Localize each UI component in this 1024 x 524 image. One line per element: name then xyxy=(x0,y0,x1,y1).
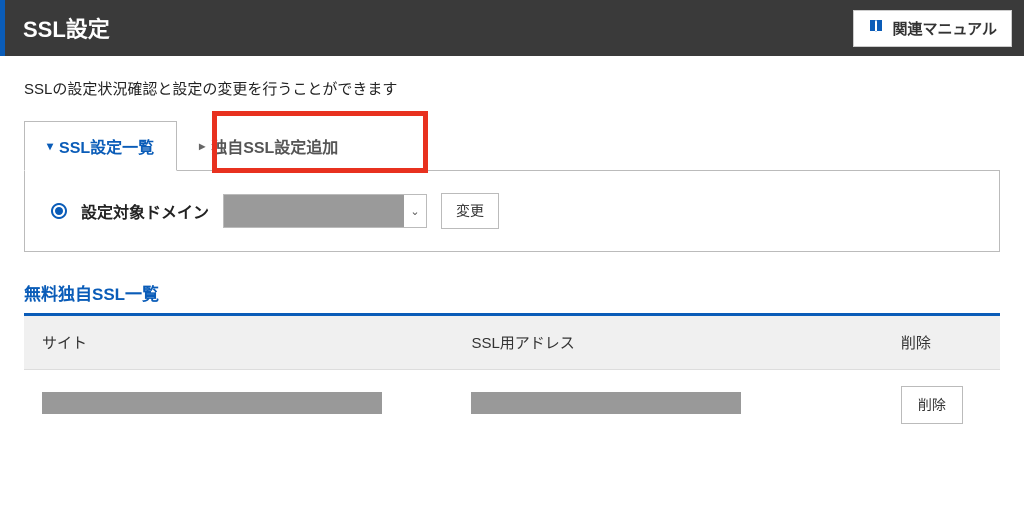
page-header: SSL設定 関連マニュアル xyxy=(0,0,1024,56)
redacted-site-value xyxy=(42,392,382,414)
ssl-list-table: サイト SSL用アドレス 削除 削除 xyxy=(24,316,1000,440)
chevron-down-icon: ▾ xyxy=(47,139,53,153)
section-title-free-ssl: 無料独自SSL一覧 xyxy=(24,280,1000,316)
chevron-down-icon: ⌄ xyxy=(404,195,426,227)
chevron-right-icon: ▸ xyxy=(199,139,205,153)
domain-select[interactable]: ⌄ xyxy=(223,194,427,228)
domain-select-label: 設定対象ドメイン xyxy=(81,199,209,223)
tab-ssl-add-label: 独自SSL設定追加 xyxy=(211,134,338,158)
related-manual-label: 関連マニュアル xyxy=(892,18,997,39)
table-header-site: サイト xyxy=(24,316,453,370)
table-header-delete: 削除 xyxy=(883,316,1000,370)
domain-selector-panel: 設定対象ドメイン ⌄ 変更 xyxy=(24,171,1000,252)
cell-address xyxy=(453,370,882,441)
content-area: SSLの設定状況確認と設定の変更を行うことができます ▾ SSL設定一覧 ▸ 独… xyxy=(0,56,1024,462)
tab-ssl-add[interactable]: ▸ 独自SSL設定追加 xyxy=(177,121,360,170)
tab-ssl-list-label: SSL設定一覧 xyxy=(59,134,154,158)
tab-bar: ▾ SSL設定一覧 ▸ 独自SSL設定追加 xyxy=(24,121,1000,171)
change-domain-button[interactable]: 変更 xyxy=(441,193,499,229)
delete-button[interactable]: 削除 xyxy=(901,386,963,424)
cell-delete: 削除 xyxy=(883,370,1000,441)
redacted-address-value xyxy=(471,392,741,414)
page-description: SSLの設定状況確認と設定の変更を行うことができます xyxy=(24,78,1000,99)
radio-selected-icon xyxy=(51,203,67,219)
tab-ssl-list[interactable]: ▾ SSL設定一覧 xyxy=(24,121,177,171)
related-manual-button[interactable]: 関連マニュアル xyxy=(853,10,1012,47)
book-icon xyxy=(868,18,884,39)
cell-site xyxy=(24,370,453,441)
table-header-address: SSL用アドレス xyxy=(453,316,882,370)
table-header-row: サイト SSL用アドレス 削除 xyxy=(24,316,1000,370)
domain-select-value-redacted xyxy=(224,195,404,227)
page-title: SSL設定 xyxy=(5,12,110,44)
table-row: 削除 xyxy=(24,370,1000,441)
